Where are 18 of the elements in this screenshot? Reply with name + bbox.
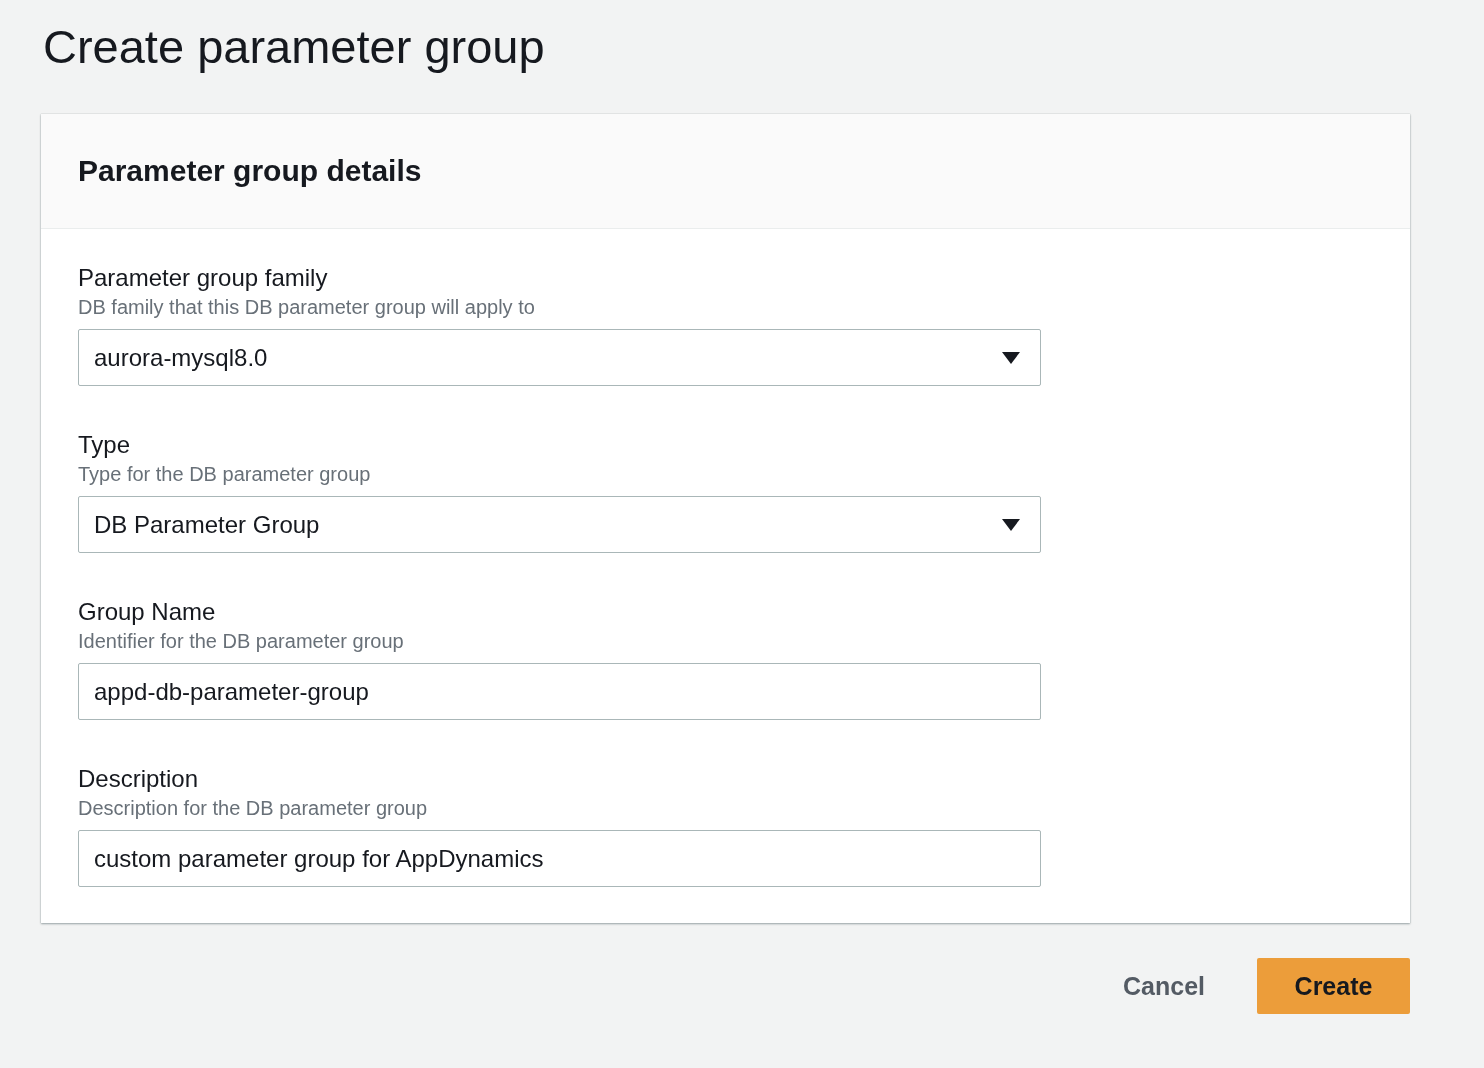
field-label: Description <box>78 764 200 794</box>
field-hint: DB family that this DB parameter group will apply to <box>78 295 536 320</box>
field-hint: Identifier for the DB parameter group <box>78 629 405 654</box>
field-label: Type <box>78 430 132 460</box>
input-field[interactable]: appd-db-parameter-group <box>78 663 1041 720</box>
create-button[interactable]: Create <box>1257 958 1410 1014</box>
select-dropdown[interactable]: DB Parameter Group <box>78 496 1041 553</box>
field-label: Group Name <box>78 597 217 627</box>
input-field[interactable]: custom parameter group for AppDynamics <box>78 830 1041 887</box>
caret-icon <box>1002 518 1020 531</box>
cancel-button[interactable]: Cancel <box>1103 961 1225 1011</box>
field-label: Parameter group family <box>78 263 329 293</box>
select-dropdown[interactable]: aurora-mysql8.0 <box>78 329 1041 386</box>
caret-icon <box>1002 351 1020 364</box>
field-hint: Type for the DB parameter group <box>78 462 372 487</box>
field-hint: Description for the DB parameter group <box>78 796 429 821</box>
panel-title: Parameter group details <box>78 154 422 188</box>
page-title: Create parameter group <box>43 19 546 75</box>
